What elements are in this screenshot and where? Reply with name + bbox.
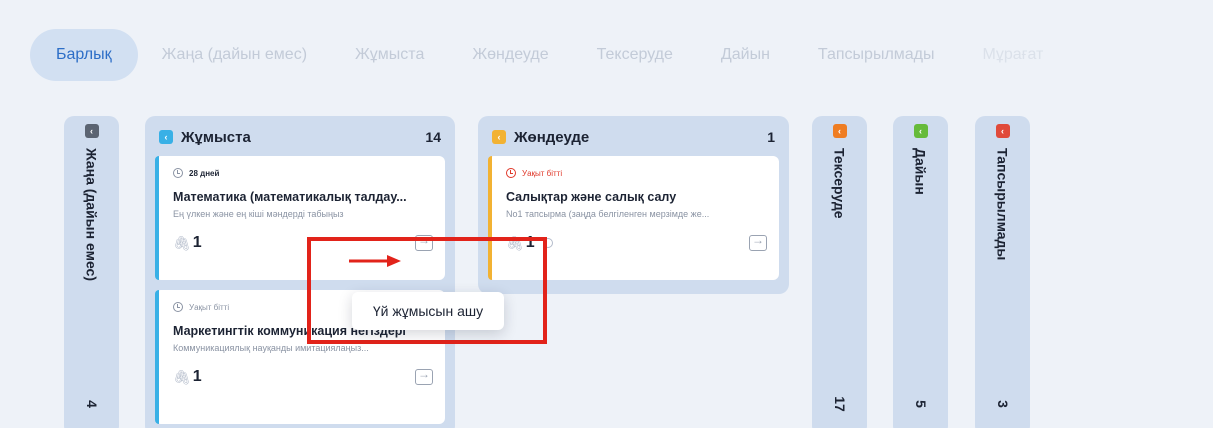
deadline-text: 28 дней [189,168,220,178]
clock-icon [506,168,516,178]
tooltip-open-homework: Үй жұмысын ашу [352,292,504,330]
collapse-icon[interactable]: ‹ [159,130,173,144]
column-not-submitted: ‹ Тапсырылмады 3 [975,116,1030,428]
status-tabs: Барлық Жаңа (дайын емес) Жұмыста Жөндеуд… [30,29,1067,81]
tab-new[interactable]: Жаңа (дайын емес) [138,29,331,81]
column-review-title: Тексеруде [831,148,848,219]
tab-all[interactable]: Барлық [30,29,138,81]
column-repair-count: 1 [767,129,775,145]
column-done: ‹ Дайын 5 [893,116,948,428]
tab-archive[interactable]: Мұрағат [959,29,1068,81]
deadline: Уақыт бітті [506,166,767,180]
expand-icon[interactable]: ‹ [913,124,928,138]
card-title: Математика (математикалық талдау... [173,190,407,204]
column-in-work-title: Жұмыста [181,128,251,146]
column-done-title: Дайын [912,148,929,195]
deadline: 28 дней [173,166,433,180]
deadline-text: Уақыт бітті [522,168,563,178]
column-done-count: 5 [912,400,929,408]
annotation-arrow-icon [349,255,401,267]
column-new-count: 4 [83,400,100,408]
card-stripe [155,290,159,424]
card-stripe [155,156,159,280]
attachment-count: 1 [192,234,202,251]
tab-done[interactable]: Дайын [697,29,794,81]
attachment-count: 1 [192,368,202,385]
tab-review[interactable]: Тексеруде [573,29,697,81]
card-description: Коммуникациялық науқанды имитациялаңыз..… [173,343,369,353]
card-footer: 🖇 1 [173,367,433,387]
column-in-work-count: 14 [425,129,441,145]
open-homework-icon[interactable] [415,367,433,385]
clock-icon [173,302,183,312]
paperclip-icon: 🖇 [173,368,191,385]
paperclip-icon: 🖇 [173,234,191,251]
clock-icon [173,168,183,178]
column-review-count: 17 [831,396,848,412]
card-description: No1 тапсырма (заңда белгіленген мерзімде… [506,209,710,219]
column-not-submitted-count: 3 [994,400,1011,408]
tab-not-submitted[interactable]: Тапсырылмады [794,29,959,81]
column-repair-title: Жөндеуде [514,128,590,146]
card-description: Ең үлкен және ең кіші мәндерді табыңыз [173,209,344,219]
expand-icon[interactable]: ‹ [832,124,847,138]
expand-icon[interactable]: ‹ [995,124,1010,138]
column-new-title: Жаңа (дайын емес) [83,148,100,281]
tab-in-work[interactable]: Жұмыста [331,29,448,81]
column-new: ‹ Жаңа (дайын емес) 4 [64,116,119,428]
expand-icon[interactable]: ‹ [84,124,99,138]
tab-repair[interactable]: Жөндеуде [448,29,572,81]
column-review: ‹ Тексеруде 17 [812,116,867,428]
card-title: Салықтар және салық салу [506,190,677,204]
column-header: ‹ Жөндеуде 1 [488,126,779,148]
column-not-submitted-title: Тапсырылмады [994,148,1011,261]
column-header: ‹ Жұмыста 14 [155,126,445,148]
collapse-icon[interactable]: ‹ [492,130,506,144]
open-homework-icon[interactable] [749,233,767,251]
deadline-text: Уақыт бітті [189,302,230,312]
